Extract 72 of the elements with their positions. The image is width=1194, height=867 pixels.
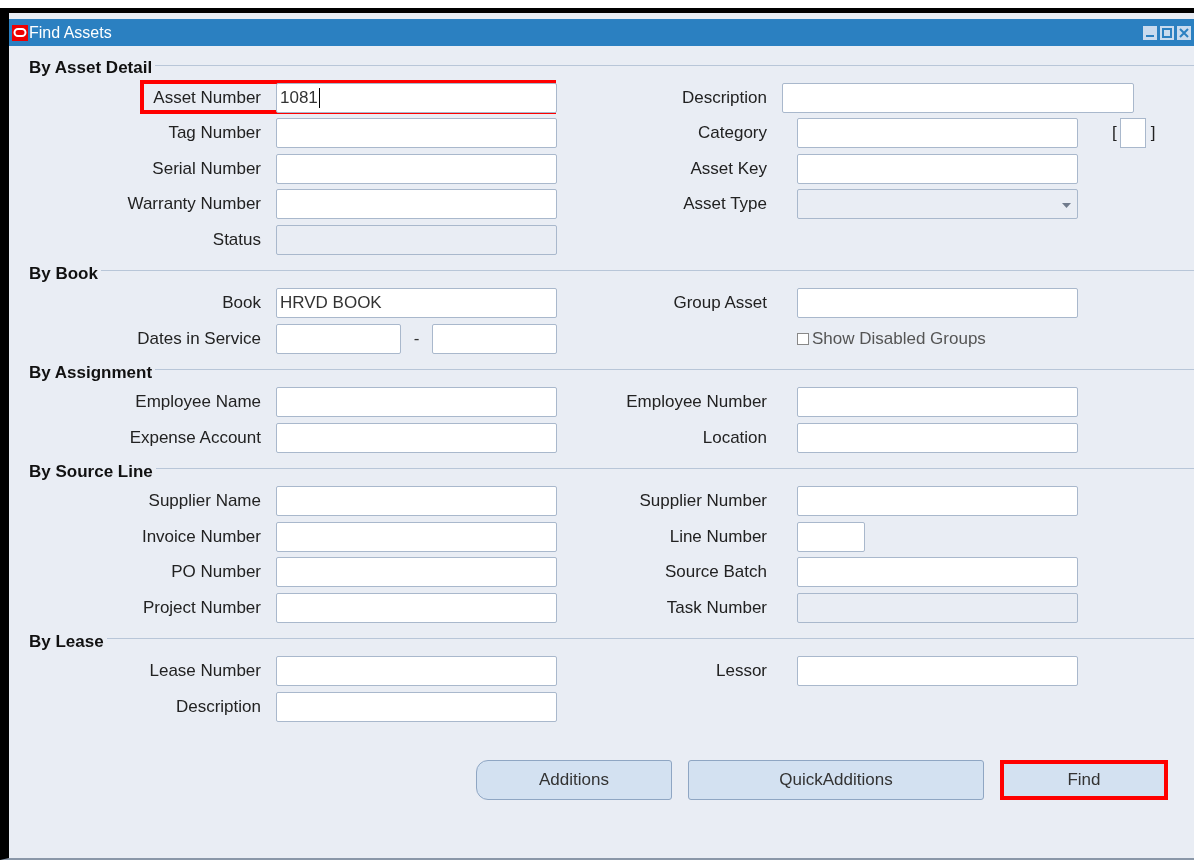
input-field[interactable] — [797, 656, 1078, 687]
section-heading: By Lease — [28, 631, 105, 652]
field-label: Supplier Number — [638, 491, 768, 512]
field-label: Serial Number — [151, 158, 262, 179]
field-label: Employee Number — [625, 392, 768, 413]
field-label: Expense Account — [128, 427, 262, 448]
section-heading: By Assignment — [28, 362, 154, 383]
input-field[interactable] — [276, 422, 557, 453]
input-field[interactable] — [797, 557, 1078, 588]
input-field[interactable] — [276, 486, 557, 517]
field-label: Tag Number — [167, 123, 262, 144]
minimize-icon[interactable] — [1143, 25, 1157, 40]
field-label: Asset Number — [152, 87, 262, 108]
input-field[interactable] — [797, 521, 865, 552]
checkbox[interactable] — [797, 332, 809, 345]
input-field[interactable] — [782, 82, 1134, 113]
range-separator: - — [412, 328, 421, 349]
field-label: Source Batch — [663, 562, 768, 583]
bracket: [ — [1112, 123, 1117, 144]
field-label: Status — [211, 229, 262, 250]
input-field[interactable]: HRVD BOOK — [276, 288, 557, 319]
action-button[interactable]: Additions — [476, 759, 672, 800]
field-label: Dates in Service — [136, 328, 262, 349]
field-label: Category — [697, 123, 768, 144]
input-field[interactable] — [797, 288, 1078, 319]
window-title: Find Assets — [29, 23, 112, 42]
input-field[interactable] — [276, 557, 557, 588]
input-field[interactable] — [276, 592, 557, 623]
action-button[interactable]: Find — [1000, 759, 1168, 800]
input-field[interactable] — [276, 656, 557, 687]
input-field[interactable] — [276, 387, 557, 418]
section-heading: By Book — [28, 263, 99, 284]
input-field[interactable] — [276, 118, 557, 149]
input-field[interactable] — [797, 422, 1078, 453]
input-field[interactable] — [797, 486, 1078, 517]
dropdown-arrow-icon — [1062, 203, 1071, 209]
input-field[interactable] — [276, 521, 557, 552]
app-logo-icon — [12, 24, 28, 41]
input-field[interactable] — [276, 691, 557, 722]
flexfield-box[interactable] — [1119, 118, 1146, 149]
field-label: Project Number — [141, 597, 262, 618]
field-label: Employee Name — [134, 392, 262, 413]
input-field[interactable] — [797, 387, 1078, 418]
bracket: ] — [1150, 123, 1156, 144]
field-label: Invoice Number — [140, 526, 262, 547]
field-label: Asset Type — [682, 194, 768, 215]
date-field[interactable] — [276, 323, 402, 354]
field-label: PO Number — [170, 562, 262, 583]
field-label: Lease Number — [148, 661, 262, 682]
field-label: Supplier Name — [147, 491, 262, 512]
action-button[interactable]: QuickAdditions — [688, 759, 984, 800]
checkbox-label: Show Disabled Groups — [812, 328, 986, 349]
field-label: Description — [174, 696, 262, 717]
field-label: Asset Key — [689, 158, 768, 179]
field-label: Book — [221, 293, 262, 314]
field-label: Task Number — [665, 597, 768, 618]
maximize-icon[interactable] — [1160, 25, 1174, 40]
input-field[interactable] — [797, 153, 1078, 184]
section-heading: By Source Line — [28, 461, 154, 482]
input-field[interactable]: 1081 — [276, 82, 557, 113]
field-label: Line Number — [668, 526, 768, 547]
close-icon[interactable] — [1177, 25, 1191, 40]
field-label: Description — [680, 87, 768, 108]
field-label: Location — [701, 427, 768, 448]
input-field[interactable] — [276, 153, 557, 184]
field-label: Lessor — [714, 661, 768, 682]
section-heading: By Asset Detail — [28, 58, 154, 78]
field-label: Group Asset — [672, 293, 768, 314]
field-label: Warranty Number — [126, 194, 262, 215]
input-field[interactable] — [797, 118, 1078, 149]
date-field[interactable] — [431, 323, 557, 354]
input-field[interactable] — [276, 189, 557, 220]
